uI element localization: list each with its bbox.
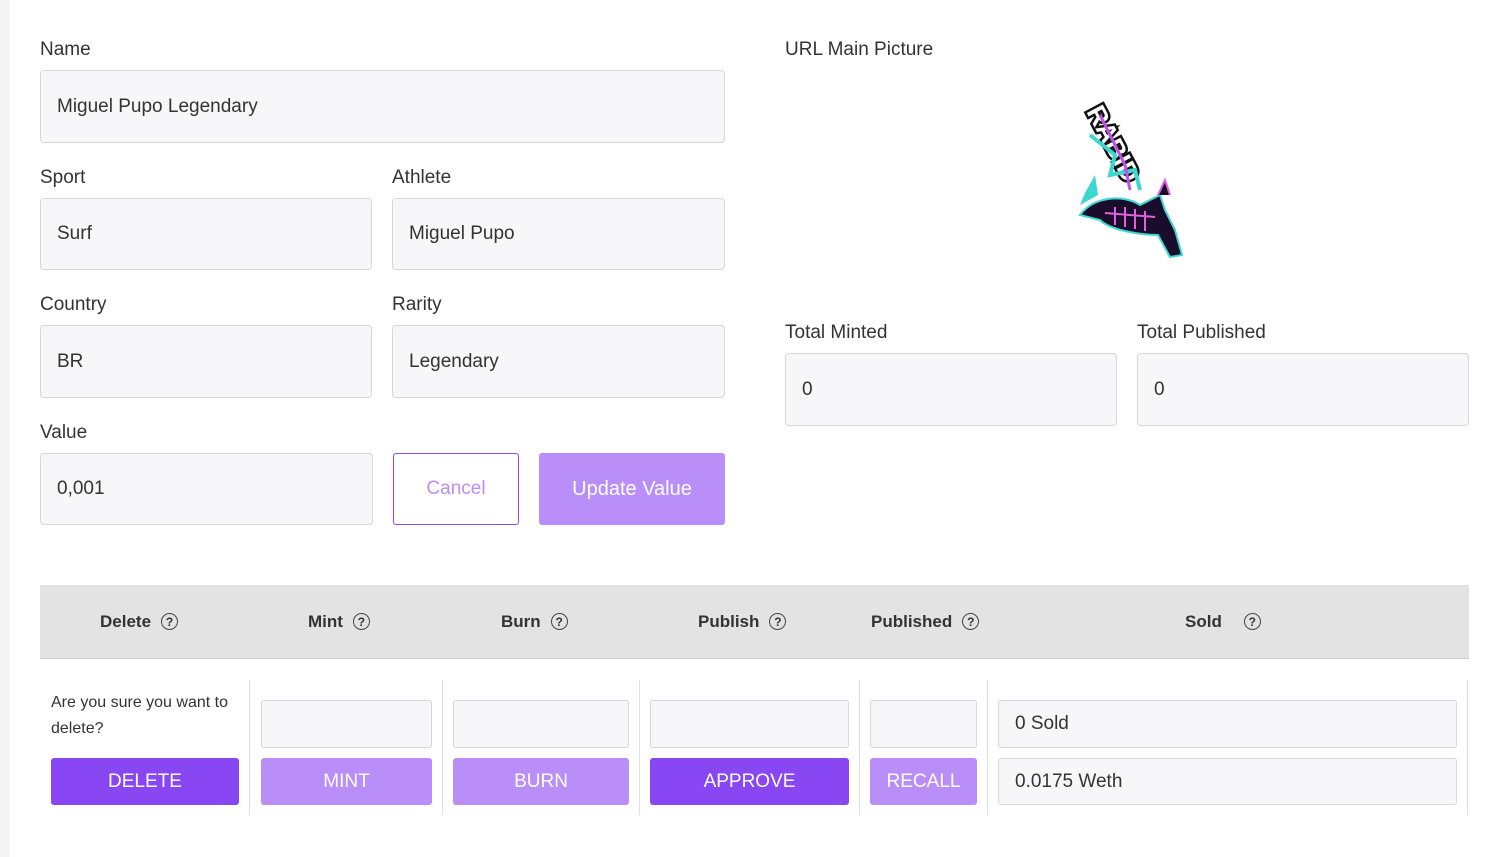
help-icon[interactable]: ? [769, 613, 787, 630]
athlete-label: Athlete [392, 167, 452, 188]
country-label: Country [40, 294, 107, 315]
burn-quantity-input[interactable] [453, 700, 629, 748]
mint-button[interactable]: MINT [261, 758, 432, 805]
value-label: Value [40, 422, 88, 443]
header-burn: Burn ? [501, 585, 568, 658]
header-sold: Sold ? [1185, 585, 1261, 658]
delete-confirm-text: Are you sure you want to delete? [51, 694, 228, 737]
value-input[interactable]: 0,001 [40, 453, 373, 525]
delete-button[interactable]: DELETE [51, 758, 239, 805]
help-icon[interactable]: ? [962, 613, 980, 630]
header-published: Published ? [871, 585, 980, 658]
total-published-input[interactable]: 0 [1137, 353, 1469, 426]
update-value-button[interactable]: Update Value [539, 453, 725, 525]
country-input[interactable]: BR [40, 325, 372, 398]
cancel-button[interactable]: Cancel [393, 453, 519, 525]
sold-count-field: 0 Sold [998, 700, 1457, 748]
header-delete: Delete ? [100, 585, 179, 658]
column-divider [249, 680, 250, 815]
header-sold-label: Sold [1185, 611, 1222, 631]
header-burn-label: Burn [501, 611, 541, 631]
column-divider [859, 680, 860, 815]
mint-quantity-input[interactable] [261, 700, 432, 748]
column-divider [1467, 680, 1468, 815]
total-minted-label: Total Minted [785, 322, 888, 343]
column-divider [639, 680, 640, 815]
rarity-input[interactable]: Legendary [392, 325, 725, 398]
sold-amount-field: 0.0175 Weth [998, 758, 1457, 805]
publish-quantity-input[interactable] [650, 700, 849, 748]
published-quantity-input[interactable] [870, 700, 977, 748]
total-published-label: Total Published [1137, 322, 1266, 343]
sport-label: Sport [40, 167, 86, 188]
header-published-label: Published [871, 611, 953, 631]
column-divider [987, 680, 988, 815]
rarity-label: Rarity [392, 294, 442, 315]
header-delete-label: Delete [100, 611, 152, 631]
header-publish-label: Publish [698, 611, 760, 631]
left-edge-strip [0, 0, 10, 857]
main-picture-label: URL Main Picture [785, 39, 934, 60]
help-icon[interactable]: ? [550, 613, 568, 630]
name-label: Name [40, 39, 91, 60]
recall-button[interactable]: RECALL [870, 758, 977, 805]
name-input[interactable]: Miguel Pupo Legendary [40, 70, 725, 143]
help-icon[interactable]: ? [1243, 613, 1261, 630]
column-divider [442, 680, 443, 815]
help-icon[interactable]: ? [161, 613, 179, 630]
header-publish: Publish ? [698, 585, 787, 658]
approve-button[interactable]: APPROVE [650, 758, 849, 805]
athlete-input[interactable]: Miguel Pupo [392, 198, 725, 270]
sport-input[interactable]: Surf [40, 198, 372, 270]
help-icon[interactable]: ? [352, 613, 370, 630]
total-minted-input[interactable]: 0 [785, 353, 1117, 426]
header-mint-label: Mint [308, 611, 343, 631]
header-mint: Mint ? [308, 585, 370, 658]
rabbit-logo-icon: RABID [1078, 98, 1184, 259]
actions-table-header: Delete ? Mint ? Burn ? Publish ? Publish… [40, 585, 1469, 659]
burn-button[interactable]: BURN [453, 758, 629, 805]
